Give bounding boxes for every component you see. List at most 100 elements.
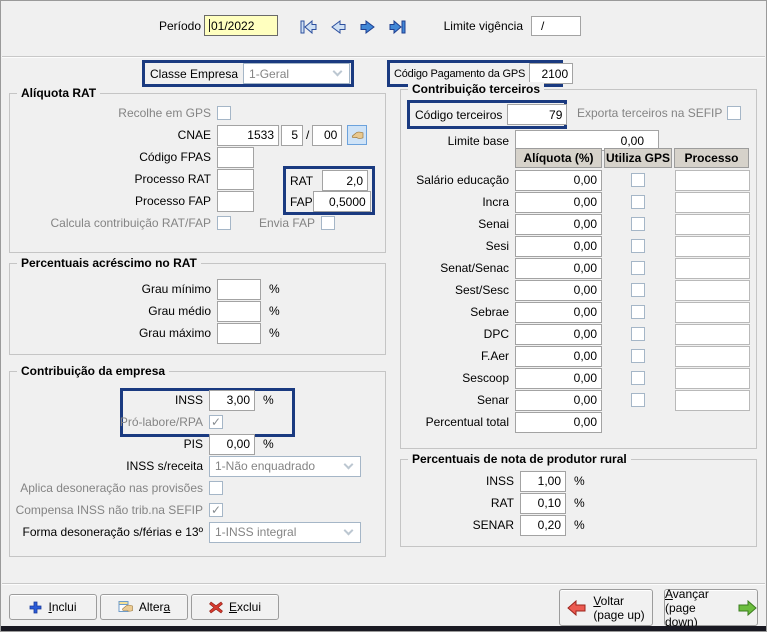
codigo-terceiros-highlight: Código terceiros 79 [407, 100, 567, 129]
cnae-suffix-field[interactable]: 00 [312, 125, 342, 146]
grau-field[interactable] [217, 323, 261, 344]
codigo-terceiros-field[interactable]: 79 [507, 104, 567, 125]
prolabore-checkbox[interactable] [209, 415, 223, 429]
inss-receita-select[interactable]: 1-Não enquadrado [209, 456, 361, 477]
processo-fap-field[interactable] [217, 191, 254, 212]
codigo-terceiros-label: Código terceiros [410, 108, 507, 122]
inss-field[interactable]: 3,00 [209, 390, 255, 411]
terceiros-row: F.Aer0,00 [401, 346, 750, 366]
terceiros-utiliza-gps-checkbox[interactable] [631, 195, 645, 209]
avancar-page-down-button[interactable]: Avançar (page down) [664, 589, 758, 626]
terceiros-utiliza-gps-checkbox[interactable] [631, 261, 645, 275]
terceiros-utiliza-gps-checkbox[interactable] [631, 371, 645, 385]
rural-field[interactable]: 1,00 [520, 471, 566, 492]
percentual-total-field: 0,00 [515, 412, 602, 433]
calcula-rat-fap-label: Calcula contribuição RAT/FAP [10, 216, 217, 230]
terceiros-aliquota-field[interactable]: 0,00 [515, 258, 602, 279]
limite-vigencia-input[interactable]: / [531, 16, 581, 36]
terceiros-utiliza-gps-checkbox[interactable] [631, 305, 645, 319]
terceiros-processo-field[interactable] [675, 390, 750, 411]
terceiros-row-label: Sesi [401, 239, 515, 253]
terceiros-processo-field[interactable] [675, 192, 750, 213]
rural-field[interactable]: 0,10 [520, 493, 566, 514]
periodo-input[interactable]: 01/2022 [204, 15, 278, 36]
terceiros-aliquota-field[interactable]: 0,00 [515, 236, 602, 257]
voltar-page-up-button[interactable]: Voltar (page up) [559, 589, 653, 626]
rural-label: SENAR [401, 518, 520, 532]
processo-rat-label: Processo RAT [10, 172, 217, 186]
rural-label: RAT [401, 496, 520, 510]
codigo-gps-field[interactable]: 2100 [529, 63, 573, 84]
terceiros-aliquota-field[interactable]: 0,00 [515, 280, 602, 301]
terceiros-processo-field[interactable] [675, 214, 750, 235]
terceiros-row-label: Senar [401, 393, 515, 407]
terceiros-utiliza-gps-checkbox[interactable] [631, 327, 645, 341]
pis-field[interactable]: 0,00 [209, 434, 255, 455]
terceiros-utiliza-gps-checkbox[interactable] [631, 349, 645, 363]
processo-rat-field[interactable] [217, 169, 254, 190]
terceiros-row: Sescoop0,00 [401, 368, 750, 388]
terceiros-utiliza-gps-checkbox[interactable] [631, 283, 645, 297]
inclui-button[interactable]: Inclui [9, 594, 97, 620]
terceiros-utiliza-gps-checkbox[interactable] [631, 239, 645, 253]
first-record-button[interactable] [297, 16, 319, 38]
cnae-digit-field[interactable]: 5 [281, 125, 303, 146]
terceiros-processo-field[interactable] [675, 368, 750, 389]
aplica-desoneracao-checkbox[interactable] [209, 481, 223, 495]
edit-hand-note-icon [118, 600, 133, 614]
exporta-sefip-checkbox[interactable] [727, 106, 741, 120]
terceiros-utiliza-gps-checkbox[interactable] [631, 393, 645, 407]
column-header-processo: Processo [674, 148, 749, 168]
next-record-button[interactable] [357, 16, 379, 38]
envia-fap-checkbox[interactable] [321, 216, 335, 230]
terceiros-aliquota-field[interactable]: 0,00 [515, 170, 602, 191]
group-contribuicao-terceiros: Contribuição terceiros Código terceiros … [400, 89, 757, 449]
grau-field[interactable] [217, 301, 261, 322]
terceiros-processo-field[interactable] [675, 170, 750, 191]
last-record-icon [387, 16, 409, 38]
terceiros-aliquota-field[interactable]: 0,00 [515, 346, 602, 367]
classe-empresa-select[interactable]: 1-Geral [243, 63, 350, 84]
terceiros-aliquota-field[interactable]: 0,00 [515, 192, 602, 213]
terceiros-processo-field[interactable] [675, 302, 750, 323]
recolhe-gps-checkbox[interactable] [217, 106, 231, 120]
codigo-gps-value: 2100 [541, 67, 568, 81]
terceiros-aliquota-field[interactable]: 0,00 [515, 390, 602, 411]
cnae-code-field[interactable]: 1533 [217, 125, 279, 146]
last-record-button[interactable] [387, 16, 409, 38]
forma-desoneracao-select[interactable]: 1-INSS integral [209, 522, 361, 543]
compensa-inss-checkbox[interactable] [209, 503, 223, 517]
codigo-fpas-field[interactable] [217, 147, 254, 168]
cnae-lookup-button[interactable] [347, 125, 367, 145]
terceiros-row-label: Sebrae [401, 305, 515, 319]
inss-receita-label: INSS s/receita [10, 459, 209, 473]
percent-suffix: % [574, 518, 585, 532]
forward-green-arrow-icon [737, 600, 757, 616]
rural-field[interactable]: 0,20 [520, 515, 566, 536]
terceiros-processo-field[interactable] [675, 236, 750, 257]
terceiros-row-label: DPC [401, 327, 515, 341]
voltar-button-sublabel: (page up) [593, 608, 644, 622]
exclui-button[interactable]: Exclui [191, 594, 279, 620]
previous-record-button[interactable] [327, 16, 349, 38]
terceiros-processo-field[interactable] [675, 324, 750, 345]
calcula-rat-fap-checkbox[interactable] [217, 216, 231, 230]
terceiros-utiliza-gps-checkbox[interactable] [631, 173, 645, 187]
terceiros-aliquota-field[interactable]: 0,00 [515, 368, 602, 389]
limite-base-label: Limite base [401, 134, 515, 148]
altera-button[interactable]: Altera [100, 594, 188, 620]
terceiros-processo-field[interactable] [675, 258, 750, 279]
terceiros-aliquota-field[interactable]: 0,00 [515, 324, 602, 345]
terceiros-processo-field[interactable] [675, 346, 750, 367]
terceiros-processo-field[interactable] [675, 280, 750, 301]
terceiros-aliquota-field[interactable]: 0,00 [515, 302, 602, 323]
next-record-icon [357, 16, 379, 38]
grau-label: Grau mínimo [10, 282, 217, 296]
grau-field[interactable] [217, 279, 261, 300]
terceiros-gps-cell [604, 327, 672, 341]
group-title: Percentuais de nota de produtor rural [408, 452, 631, 466]
terceiros-aliquota-field[interactable]: 0,00 [515, 214, 602, 235]
group-title: Percentuais acréscimo no RAT [17, 256, 201, 270]
percentual-total-label: Percentual total [401, 415, 515, 429]
terceiros-utiliza-gps-checkbox[interactable] [631, 217, 645, 231]
